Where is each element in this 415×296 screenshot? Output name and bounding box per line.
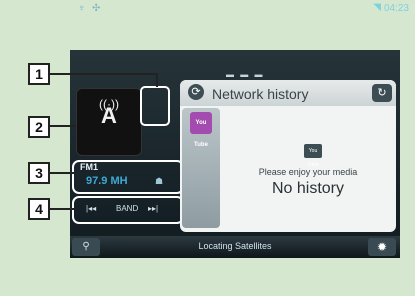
page-indicator: ▬ ▬ ▬	[226, 70, 265, 79]
band-label: FM1	[80, 162, 98, 172]
refresh-icon[interactable]: ⟳	[188, 84, 204, 100]
callout-2: 2	[28, 116, 50, 138]
panel-message: Please enjoy your media	[258, 167, 358, 177]
empty-state-text: No history	[271, 180, 345, 197]
signal-icon: ☗	[155, 176, 164, 186]
youtube-logo-icon: You Tube	[304, 144, 322, 168]
seek-prev-button[interactable]: |◂◂	[86, 204, 96, 213]
callout-3: 3	[28, 162, 50, 184]
panel-title: Network history	[212, 86, 309, 102]
callout-line-1-drop	[156, 73, 158, 87]
frequency-value: 97.9 MH	[86, 175, 128, 187]
status-message: Locating Satellites	[198, 241, 272, 251]
source-letter: A	[101, 103, 117, 128]
seek-next-button[interactable]: ▸▸|	[148, 204, 158, 213]
callout-1: 1	[28, 63, 50, 85]
callout-4: 4	[28, 198, 50, 220]
band-button[interactable]: BAND	[116, 204, 138, 213]
callout-line-1	[48, 73, 158, 75]
antenna-icon: ♆	[78, 3, 86, 14]
status-bar	[70, 50, 400, 68]
callout-line-3	[48, 172, 74, 174]
settings-icon: ✣	[92, 3, 101, 14]
source-icon-tile[interactable]: ((·)) A	[76, 88, 142, 156]
sync-button[interactable]: ↻	[372, 84, 392, 102]
gear-icon[interactable]: ✹	[368, 238, 396, 256]
widget-placeholder[interactable]	[140, 86, 170, 126]
youtube-tab[interactable]: You Tube	[190, 112, 212, 148]
callout-line-4	[48, 208, 74, 210]
clock-time: 04:23	[383, 3, 409, 14]
wifi-icon: ◥	[373, 2, 381, 13]
callout-line-2	[48, 125, 76, 127]
